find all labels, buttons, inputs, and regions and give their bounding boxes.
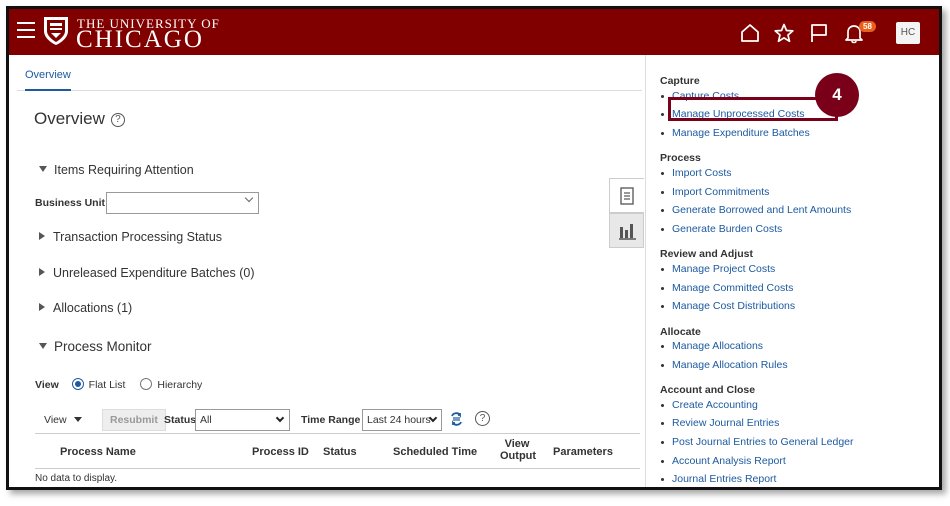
flag-icon[interactable]	[808, 22, 830, 44]
expand-triangle-icon	[39, 303, 45, 311]
view-menu[interactable]: View	[44, 414, 82, 426]
link-manage-committed-costs[interactable]: Manage Committed Costs	[660, 282, 793, 294]
status-select[interactable]: All	[195, 409, 290, 431]
column-view-output-line1: View	[504, 438, 530, 450]
refresh-icon[interactable]	[449, 411, 464, 427]
group-title-allocate: Allocate	[660, 326, 701, 338]
page-title-text: Overview	[34, 109, 105, 128]
link-generate-burden-costs[interactable]: Generate Burden Costs	[660, 223, 782, 235]
time-range-select[interactable]: Last 24 hours	[362, 409, 442, 431]
link-import-costs[interactable]: Import Costs	[661, 167, 732, 179]
section-items-requiring-attention[interactable]: Items Requiring Attention	[39, 163, 194, 177]
section-label: Transaction Processing Status	[53, 230, 223, 244]
column-process-id[interactable]: Process ID	[252, 446, 309, 458]
tab-overview[interactable]: Overview	[25, 69, 71, 91]
link-manage-expenditure-batches[interactable]: Manage Expenditure Batches	[661, 127, 810, 139]
logo-text-main: CHICAGO	[76, 26, 204, 53]
section-unreleased-expenditure-batches[interactable]: Unreleased Expenditure Batches (0)	[39, 266, 255, 280]
resubmit-button[interactable]: Resubmit	[102, 409, 166, 431]
document-list-icon	[620, 187, 634, 205]
expand-triangle-icon	[39, 268, 45, 276]
group-title-review-adjust: Review and Adjust	[660, 248, 753, 260]
tasks-panel-tab[interactable]	[609, 178, 644, 213]
link-manage-project-costs[interactable]: Manage Project Costs	[660, 263, 775, 275]
group-title-account-close: Account and Close	[660, 384, 756, 396]
section-label: Process Monitor	[54, 339, 152, 354]
hierarchy-radio[interactable]	[140, 378, 153, 390]
view-mode-row: View Flat List Hierarchy	[35, 378, 202, 391]
link-post-journal-entries[interactable]: Post Journal Entries to General Ledger	[661, 436, 854, 448]
process-table-header: Process Name Process ID Status Scheduled…	[35, 433, 640, 469]
hierarchy-label: Hierarchy	[157, 379, 203, 391]
main-content: Overview? Items Requiring Attention Busi…	[17, 91, 642, 487]
column-status[interactable]: Status	[323, 446, 357, 458]
link-review-journal-entries[interactable]: Review Journal Entries	[660, 417, 779, 429]
collapse-triangle-icon	[39, 166, 47, 172]
page-title: Overview?	[34, 109, 125, 129]
callout-step-number: 4	[815, 73, 859, 117]
flat-list-label: Flat List	[88, 379, 126, 391]
link-manage-allocation-rules[interactable]: Manage Allocation Rules	[661, 359, 788, 371]
group-title-capture: Capture	[660, 75, 700, 87]
section-allocations[interactable]: Allocations (1)	[39, 301, 132, 315]
link-manage-cost-distributions[interactable]: Manage Cost Distributions	[660, 300, 795, 312]
favorites-star-icon[interactable]	[773, 22, 795, 44]
section-label: Unreleased Expenditure Batches (0)	[53, 266, 255, 280]
user-avatar[interactable]: HC	[896, 22, 920, 44]
time-range-value: Last 24 hours	[367, 414, 431, 426]
home-icon[interactable]	[739, 22, 761, 44]
notification-count-badge: 58	[859, 21, 876, 32]
no-data-message: No data to display.	[35, 473, 118, 484]
section-transaction-processing-status[interactable]: Transaction Processing Status	[39, 230, 222, 244]
column-process-name[interactable]: Process Name	[60, 446, 136, 458]
time-range-label: Time Range	[301, 414, 361, 426]
business-unit-label: Business Unit	[35, 197, 106, 209]
collapse-triangle-icon	[39, 343, 47, 349]
expand-triangle-icon	[39, 232, 45, 240]
link-generate-borrowed-lent[interactable]: Generate Borrowed and Lent Amounts	[660, 204, 851, 216]
section-label: Items Requiring Attention	[54, 163, 194, 177]
group-title-process: Process	[660, 152, 701, 164]
column-view-output[interactable]: View Output	[500, 438, 537, 462]
column-parameters[interactable]: Parameters	[553, 446, 613, 458]
analytics-panel-tab[interactable]	[609, 213, 644, 248]
help-icon[interactable]: ?	[110, 113, 125, 127]
global-header: THE UNIVERSITY OF CHICAGO 58 HC	[9, 9, 939, 55]
link-journal-entries-report[interactable]: Journal Entries Report	[660, 473, 776, 485]
status-label: Status	[164, 414, 197, 426]
link-create-accounting[interactable]: Create Accounting	[661, 399, 758, 411]
caret-down-icon	[73, 417, 82, 422]
link-import-commitments[interactable]: Import Commitments	[660, 186, 769, 198]
flat-list-radio[interactable]	[71, 378, 84, 390]
column-view-output-line2: Output	[500, 450, 537, 462]
section-label: Allocations (1)	[53, 301, 133, 315]
section-process-monitor[interactable]: Process Monitor	[39, 339, 152, 354]
app-window: THE UNIVERSITY OF CHICAGO 58 HC Overview…	[6, 6, 942, 490]
view-label: View	[35, 379, 59, 391]
callout-highlight-box	[668, 97, 838, 121]
menu-icon[interactable]	[17, 22, 35, 38]
column-scheduled-time[interactable]: Scheduled Time	[393, 446, 477, 458]
university-crest-logo	[44, 17, 68, 45]
bar-chart-icon	[619, 224, 636, 240]
chevron-down-icon	[275, 413, 285, 423]
view-menu-label: View	[44, 414, 67, 426]
tab-strip: Overview	[17, 55, 642, 91]
business-unit-select[interactable]	[106, 192, 259, 214]
process-monitor-help-icon[interactable]: ?	[475, 411, 490, 426]
status-select-value: All	[200, 414, 212, 426]
link-manage-allocations[interactable]: Manage Allocations	[660, 340, 763, 352]
link-account-analysis-report[interactable]: Account Analysis Report	[661, 455, 786, 467]
